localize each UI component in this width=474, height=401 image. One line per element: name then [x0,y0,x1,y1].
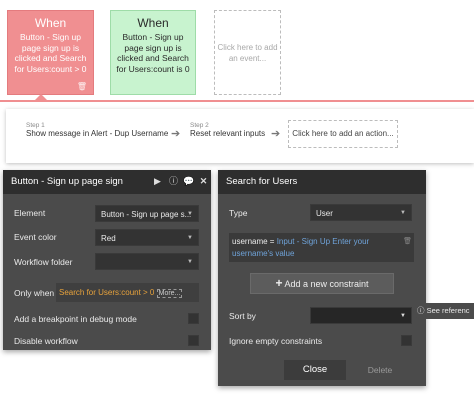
add-action-button[interactable]: Click here to add an action... [288,120,398,148]
workflow-folder-label: Workflow folder [14,257,73,267]
only-when-label: Only when [14,288,55,298]
event-title: When [137,16,169,30]
element-label: Element [14,208,46,218]
breakpoint-label: Add a breakpoint in debug mode [14,314,137,324]
arrow-right-icon: ➔ [271,128,281,140]
type-value: User [316,209,333,218]
event-color-value: Red [101,234,116,243]
play-icon[interactable]: ▶ [152,176,163,187]
event-description: Button - Sign up page sign up is clicked… [116,32,190,74]
button-event-panel: Button - Sign up page sign ▶ ⓘ 💬 ✕ Eleme… [3,170,211,350]
event-card-1[interactable]: When Button - Sign up page sign up is cl… [7,10,94,95]
help-icon: ⓘ [417,306,425,315]
event-description: Button - Sign up page sign up is clicked… [14,32,87,74]
delete-button[interactable]: Delete [356,360,404,380]
trash-icon[interactable]: 🗑 [77,82,87,91]
event-color-dropdown[interactable]: Red ▼ [95,229,199,246]
step-label: Show message in Alert - Dup Username [26,129,169,138]
type-dropdown[interactable]: User ▼ [310,204,412,221]
see-reference-tab[interactable]: ⓘ See referenc [413,303,474,319]
chevron-down-icon: ▼ [400,313,406,319]
event-card-2[interactable]: When Button - Sign up page sign up is cl… [110,10,196,95]
only-when-value: Search for Users:count > 0 [59,288,155,297]
close-icon[interactable]: ✕ [198,176,209,187]
constraint-field: username = [232,237,275,246]
see-reference-label: See referenc [426,306,470,315]
panel-title: Button - Sign up page sign [11,176,123,187]
disable-workflow-checkbox[interactable] [188,335,199,346]
trash-icon[interactable]: 🗑 [403,236,412,248]
event-color-label: Event color [14,232,57,242]
event-title: When [34,16,67,30]
close-button[interactable]: Close [284,360,346,380]
chevron-down-icon: ▼ [187,211,193,217]
sort-by-dropdown[interactable]: ▼ [310,307,412,324]
chevron-down-icon: ▼ [187,235,193,241]
constraint-row[interactable]: username = Input - Sign Up Enter your us… [229,233,414,262]
chevron-down-icon: ▼ [400,210,406,216]
step-number: Step 1 [26,122,45,129]
step-label: Reset relevant inputs [190,129,266,138]
chevron-down-icon: ▼ [187,259,193,265]
type-label: Type [229,208,248,218]
ignore-empty-checkbox[interactable] [401,335,412,346]
element-value: Button - Sign up page s... [101,210,192,219]
panel-header: Search for Users [218,170,426,194]
add-event-placeholder[interactable]: Click here to add an event... [214,10,281,95]
ignore-empty-label: Ignore empty constraints [229,336,323,346]
breakpoint-checkbox[interactable] [188,313,199,324]
only-when-expression[interactable]: Search for Users:count > 0 More... [56,283,199,302]
plus-icon: + [275,276,283,290]
comment-icon[interactable]: 💬 [183,176,194,187]
arrow-right-icon: ➔ [171,128,181,140]
sort-by-label: Sort by [229,311,256,321]
panel-title: Search for Users [226,176,298,187]
add-constraint-label: Add a new constraint [284,279,369,289]
step-1[interactable]: Step 1 Show message in Alert - Dup Usern… [26,122,168,138]
panel-header: Button - Sign up page sign ▶ ⓘ 💬 ✕ [3,170,211,194]
step-number: Step 2 [190,122,209,129]
workflow-folder-dropdown[interactable]: ▼ [95,253,199,270]
element-dropdown[interactable]: Button - Sign up page s... ▼ [95,205,199,222]
more-link[interactable]: More... [156,289,183,298]
disable-workflow-label: Disable workflow [14,336,78,346]
step-2[interactable]: Step 2 Reset relevant inputs [190,122,265,138]
event-color-line [0,100,474,102]
info-icon[interactable]: ⓘ [168,176,179,187]
add-constraint-button[interactable]: + Add a new constraint [250,273,394,294]
search-for-users-panel: Search for Users Type User ▼ username = I… [218,170,426,386]
